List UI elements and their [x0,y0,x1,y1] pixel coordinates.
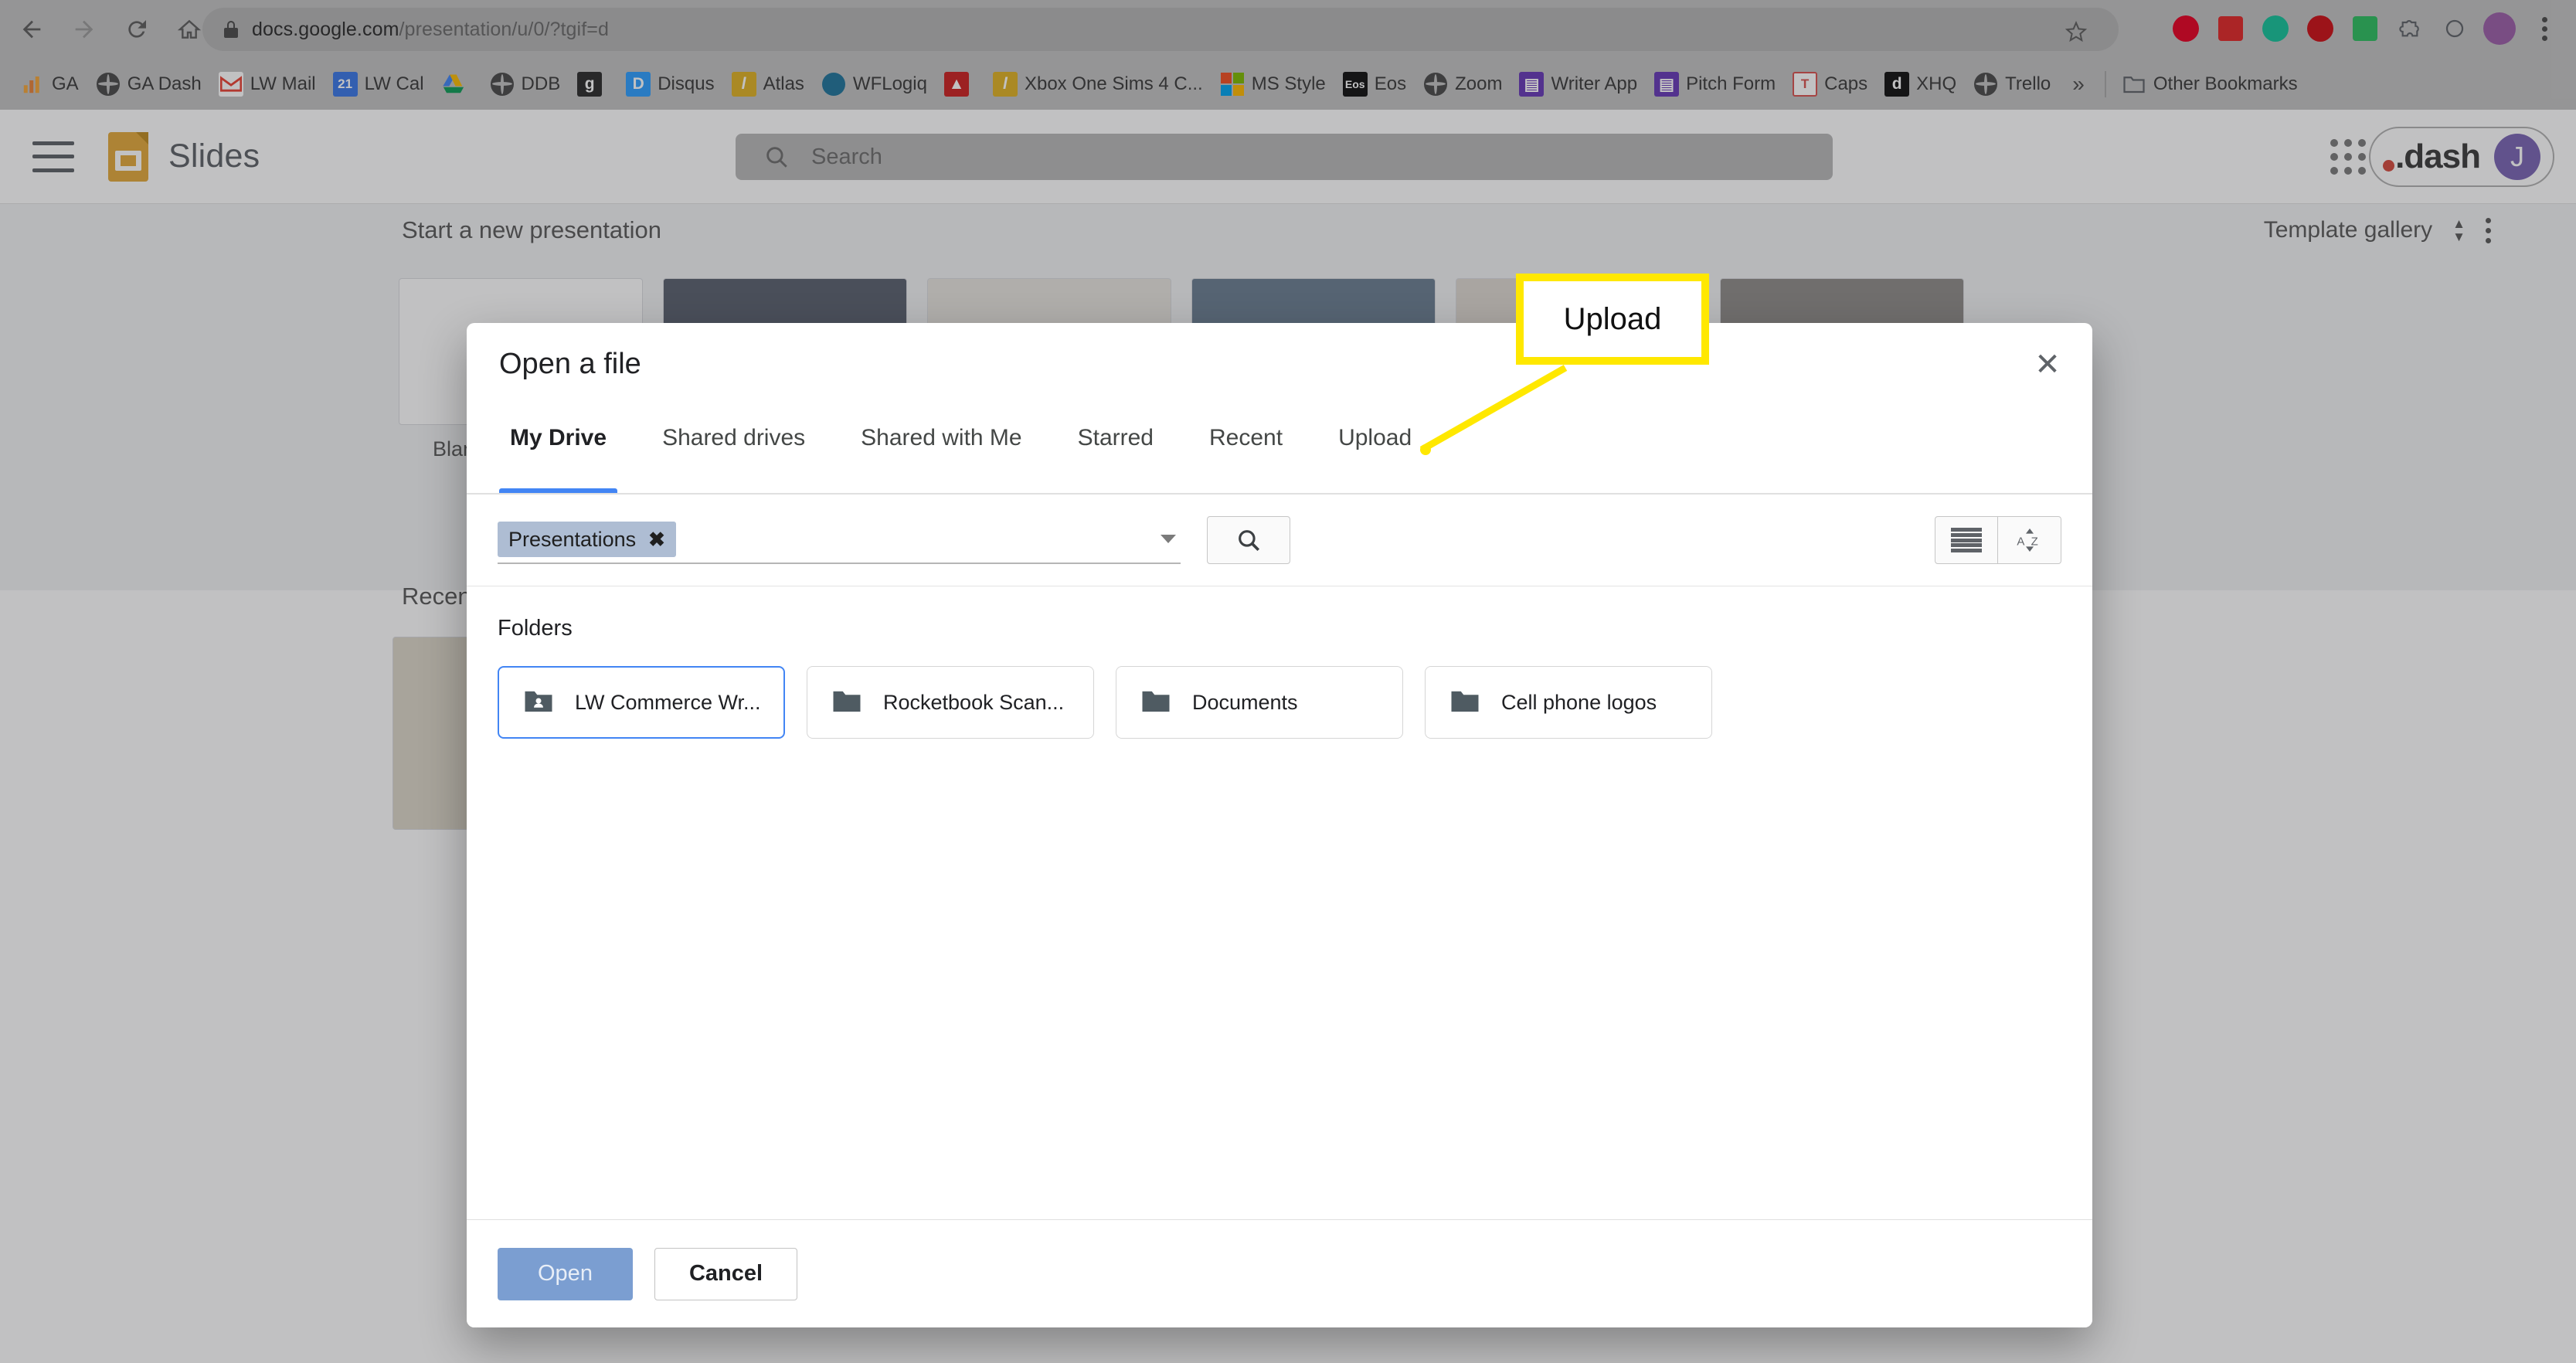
tab-shared-with-me[interactable]: Shared with Me [850,416,1032,493]
folders-section-label: Folders [498,616,573,641]
svg-text:Z: Z [2031,535,2037,549]
dialog-filter-row: Presentations ✖ AZ [467,495,2092,586]
tab-my-drive[interactable]: My Drive [499,416,618,493]
filter-chip-label: Presentations [508,527,637,551]
browser-window: docs.google.com/presentation/u/0/?tgif=d [0,0,2576,1363]
callout-pointer-line [1419,365,1568,453]
dialog-tabs: My Drive Shared drives Shared with Me St… [467,416,2092,495]
folder-icon [1449,687,1481,719]
folder-item-lw-commerce[interactable]: LW Commerce Wr... [498,666,785,739]
folders-list: LW Commerce Wr... Rocketbook Scan... Doc… [498,666,2061,739]
close-x-icon[interactable]: ✖ [648,529,665,549]
search-icon [1239,530,1260,552]
open-button[interactable]: Open [498,1247,633,1300]
callout-pointer-dot [1420,444,1431,455]
folder-name: Cell phone logos [1501,690,1657,714]
tab-starred[interactable]: Starred [1067,416,1164,493]
filter-field[interactable]: Presentations ✖ [498,516,1181,564]
tab-upload[interactable]: Upload [1327,416,1422,493]
folder-item-documents[interactable]: Documents [1116,666,1403,739]
cancel-button[interactable]: Cancel [654,1247,798,1300]
dialog-body: Folders LW Commerce Wr... Rocketbook Sca… [467,586,2092,1225]
dialog-footer: Open Cancel [467,1219,2092,1327]
folder-name: Documents [1192,690,1298,714]
list-view-icon[interactable] [1935,516,1998,564]
view-toggle-group: AZ [1935,516,2061,564]
svg-text:A: A [2017,535,2024,549]
folder-name: LW Commerce Wr... [575,690,761,714]
folder-item-rocketbook[interactable]: Rocketbook Scan... [807,666,1094,739]
folder-item-cell-phone-logos[interactable]: Cell phone logos [1425,666,1712,739]
dialog-header: Open a file ✕ [467,323,2092,416]
open-a-file-dialog: Open a file ✕ My Drive Shared drives Sha… [467,323,2092,1327]
callout-upload: Upload [1516,274,1709,365]
folder-name: Rocketbook Scan... [883,690,1065,714]
search-button[interactable] [1207,516,1290,564]
sort-az-icon[interactable]: AZ [1998,516,2061,564]
filter-chip-presentations[interactable]: Presentations ✖ [498,522,676,557]
tab-shared-drives[interactable]: Shared drives [651,416,816,493]
folder-icon [1140,687,1172,719]
callout-label: Upload [1563,301,1662,336]
shared-folder-icon [522,687,555,719]
chevron-down-icon[interactable] [1161,535,1176,543]
dialog-title: Open a file [499,348,641,380]
tab-recent[interactable]: Recent [1198,416,1293,493]
close-icon[interactable]: ✕ [2026,343,2069,386]
folder-icon [831,687,863,719]
